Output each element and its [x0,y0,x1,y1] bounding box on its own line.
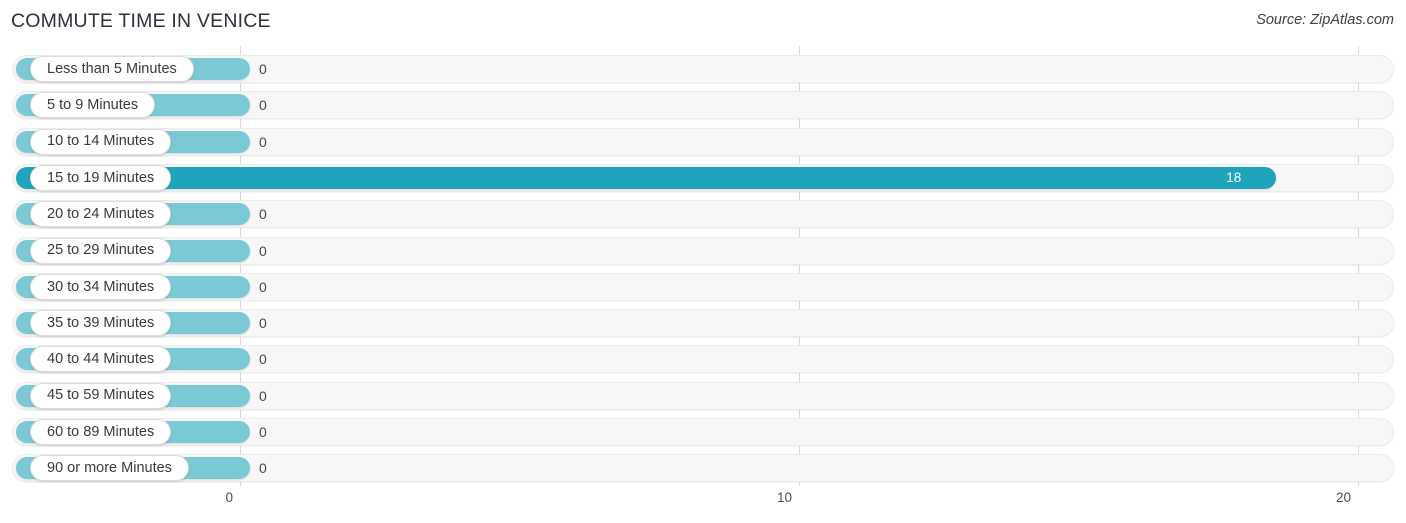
source-attribution: Source: ZipAtlas.com [1256,12,1394,28]
page-title: COMMUTE TIME IN VENICE [11,10,271,32]
value-label: 0 [259,387,267,404]
value-bar [16,166,1277,189]
value-label: 0 [259,278,267,295]
bar-row[interactable]: 60 to 89 Minutes 0 [12,418,1394,446]
value-label: 0 [259,242,267,259]
value-label: 0 [259,206,267,223]
value-label: 0 [259,61,267,77]
bar-rows: Less than 5 Minutes 0 5 to 9 Minutes 0 10 to… [0,46,1406,486]
category-label-capsule: 35 to 39 Minutes [30,310,172,337]
x-axis: 0 10 20 [0,486,1406,523]
bar-row[interactable]: 40 to 44 Minutes 0 [12,345,1394,374]
category-label-capsule: 20 to 24 Minutes [30,201,172,228]
category-label-capsule: 5 to 9 Minutes [30,92,156,119]
x-axis-tick-label: 0 [225,490,233,505]
x-axis-tick-label: 20 [1335,490,1351,505]
bar-row[interactable]: Less than 5 Minutes 0 [12,55,1394,83]
value-label: 18 [1226,170,1242,186]
bar-row[interactable]: 90 or more Minutes 0 [12,454,1394,483]
value-label: 0 [259,97,267,114]
bar-row[interactable]: 25 to 29 Minutes 0 [12,236,1394,265]
chart-plot-area: Less than 5 Minutes 0 5 to 9 Minutes 0 10 to… [0,46,1406,486]
category-label-capsule: 90 or more Minutes [30,455,189,482]
category-label: 60 to 89 Minutes [47,423,155,440]
category-label: 30 to 34 Minutes [47,278,155,295]
category-label: 15 to 19 Minutes [47,169,155,186]
category-label-capsule: 15 to 19 Minutes [30,164,172,191]
category-label: 90 or more Minutes [47,460,172,477]
category-label-capsule: 60 to 89 Minutes [30,419,172,445]
bar-row[interactable]: 5 to 9 Minutes 0 [12,91,1394,120]
category-label-capsule: Less than 5 Minutes [30,56,194,82]
bar-row[interactable]: 15 to 19 Minutes 18 [12,163,1394,192]
category-label-capsule: 40 to 44 Minutes [30,346,172,373]
category-label: 25 to 29 Minutes [47,242,155,259]
value-label: 0 [259,351,267,368]
x-axis-tick-label: 10 [776,490,792,505]
value-label: 0 [259,460,267,477]
category-label-capsule: 45 to 59 Minutes [30,382,172,409]
value-label: 0 [259,315,267,332]
bar-row[interactable]: 20 to 24 Minutes 0 [12,200,1394,229]
category-label: 35 to 39 Minutes [47,314,155,331]
category-label-capsule: 10 to 14 Minutes [30,128,172,155]
category-label-capsule: 30 to 34 Minutes [30,273,172,300]
value-label: 0 [259,133,267,150]
category-label: 5 to 9 Minutes [47,97,139,114]
bar-row[interactable]: 35 to 39 Minutes 0 [12,309,1394,338]
bar-row[interactable]: 30 to 34 Minutes 0 [12,272,1394,301]
bar-row[interactable]: 45 to 59 Minutes 0 [12,381,1394,410]
category-label: 40 to 44 Minutes [47,351,155,368]
category-label-capsule: 25 to 29 Minutes [30,237,172,264]
category-label: 45 to 59 Minutes [47,387,155,404]
chart-header: COMMUTE TIME IN VENICE Source: ZipAtlas.… [0,0,1406,46]
category-label: 20 to 24 Minutes [47,205,155,222]
category-label: 10 to 14 Minutes [47,133,155,150]
bar-row[interactable]: 10 to 14 Minutes 0 [12,127,1394,156]
category-label: Less than 5 Minutes [47,60,177,77]
value-label: 0 [259,424,267,440]
